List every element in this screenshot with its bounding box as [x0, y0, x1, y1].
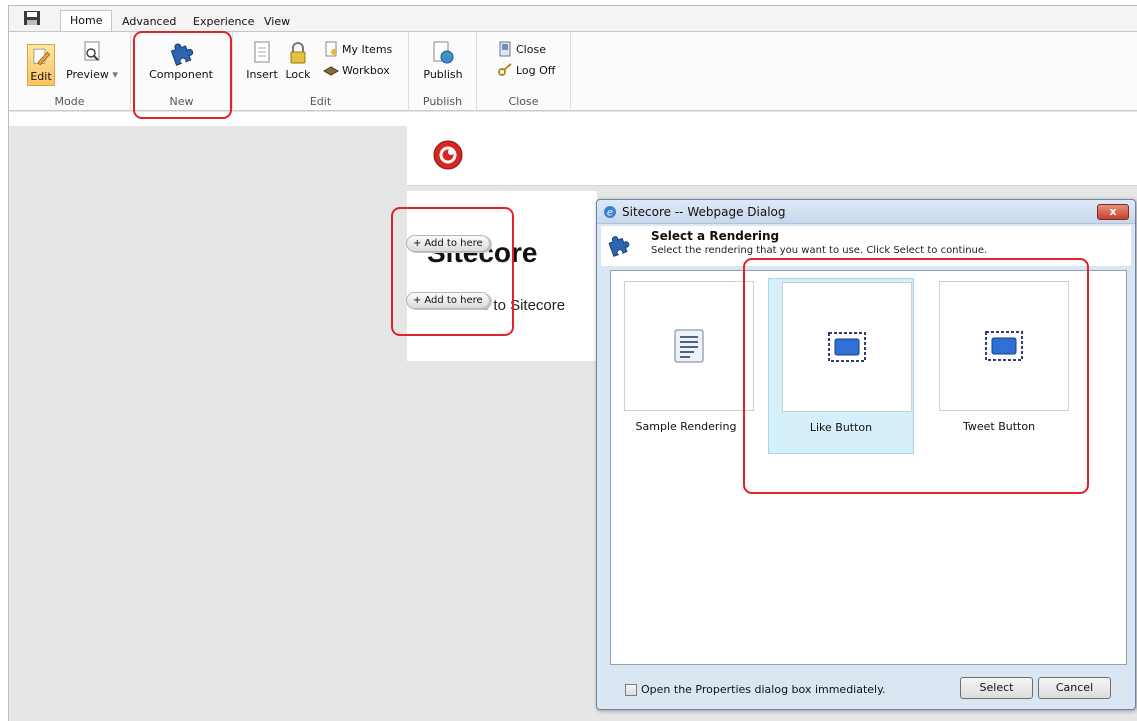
- tab-advanced[interactable]: Advanced: [113, 12, 185, 31]
- preview-label: Preview: [66, 68, 109, 81]
- cancel-button[interactable]: Cancel: [1038, 677, 1111, 699]
- rendering-thumbnail: [939, 281, 1069, 411]
- group-close-label: Close: [508, 95, 539, 108]
- group-mode-label: Mode: [54, 95, 85, 108]
- group-close: Close Log Off Close: [477, 32, 571, 112]
- sitecore-logo-icon: [433, 140, 463, 170]
- add-to-here-button-bottom[interactable]: + Add to here: [406, 292, 490, 309]
- puzzle-icon: [170, 43, 194, 66]
- dialog-title: Sitecore -- Webpage Dialog: [622, 205, 786, 219]
- puzzle-icon: [608, 236, 630, 257]
- workbox-button[interactable]: Workbox: [323, 61, 390, 79]
- close-door-icon: [499, 41, 511, 57]
- close-label: Close: [516, 42, 546, 56]
- page-body: Sitecore Welcome to Sitecore: [407, 191, 597, 361]
- edit-label: Edit: [30, 70, 52, 83]
- add-to-here-button-top[interactable]: + Add to here: [406, 235, 490, 252]
- rendering-thumbnail: [782, 282, 912, 412]
- log-off-label: Log Off: [516, 63, 556, 77]
- svg-text:e: e: [607, 208, 613, 219]
- publish-button[interactable]: Publish: [423, 40, 463, 81]
- rendering-label: Like Button: [809, 421, 873, 434]
- group-edit-label: Edit: [309, 95, 332, 108]
- add-to-here-label: Add to here: [424, 238, 483, 249]
- plus-icon: +: [413, 238, 422, 249]
- group-mode: Edit Preview ▾ Mode: [9, 32, 131, 112]
- ribbon: Edit Preview ▾ Mode Component New Insert…: [9, 31, 1137, 112]
- dialog-header: Select a Rendering Select the rendering …: [601, 226, 1131, 266]
- open-properties-option[interactable]: Open the Properties dialog box immediate…: [625, 683, 886, 696]
- ie-icon: e: [604, 206, 616, 219]
- open-properties-checkbox[interactable]: [625, 683, 637, 696]
- rendering-like-button[interactable]: Like Button: [768, 278, 914, 454]
- add-to-here-label: Add to here: [424, 295, 483, 306]
- dialog-titlebar[interactable]: e Sitecore -- Webpage Dialog x: [597, 200, 1135, 224]
- lock-icon: [290, 42, 306, 64]
- preview-button[interactable]: Preview ▾: [65, 40, 119, 81]
- open-properties-label: Open the Properties dialog box immediate…: [641, 683, 886, 696]
- tab-home[interactable]: Home: [60, 10, 113, 32]
- my-items-label: My Items: [342, 42, 393, 56]
- dialog-heading: Select a Rendering: [651, 229, 780, 243]
- tab-view[interactable]: View: [255, 12, 299, 31]
- lock-button[interactable]: Lock: [283, 40, 313, 81]
- sitecore-page-editor: Home Advanced Experience View Edit Previ…: [8, 5, 1137, 721]
- preview-magnifier-icon: [84, 41, 100, 61]
- group-edit: Insert Lock My Items Workbox Edit: [233, 32, 409, 112]
- workbox-label: Workbox: [342, 63, 390, 77]
- dialog-close-button[interactable]: x: [1097, 204, 1129, 220]
- plus-icon: +: [413, 295, 422, 306]
- workbox-icon: [323, 66, 339, 76]
- button-placeholder-icon: [985, 331, 1023, 361]
- rendering-label: Sample Rendering: [635, 420, 737, 433]
- group-publish-label: Publish: [422, 95, 463, 108]
- group-new-label: New: [169, 95, 194, 108]
- component-label: Component: [149, 68, 213, 81]
- content-top-strip: [9, 112, 1137, 126]
- rendering-list: Sample Rendering Like Button Tweet Butto…: [610, 270, 1127, 665]
- chevron-down-icon: ▾: [112, 68, 118, 81]
- component-button[interactable]: Component: [145, 40, 217, 81]
- rendering-label: Tweet Button: [962, 420, 1036, 433]
- log-off-button[interactable]: Log Off: [497, 61, 555, 79]
- my-items-button[interactable]: My Items: [323, 40, 392, 58]
- insert-page-icon: [254, 41, 270, 63]
- edit-pencil-icon: [33, 48, 51, 66]
- button-placeholder-icon: [828, 332, 866, 362]
- insert-button[interactable]: Insert: [245, 40, 279, 81]
- close-button[interactable]: Close: [497, 40, 546, 58]
- select-button[interactable]: Select: [960, 677, 1033, 699]
- publish-globe-icon: [433, 41, 454, 64]
- rendering-tweet-button[interactable]: Tweet Button: [926, 278, 1072, 454]
- ribbon-tab-bar: Home Advanced Experience View: [9, 6, 1137, 32]
- group-publish: Publish Publish: [409, 32, 477, 112]
- log-off-key-icon: [498, 63, 512, 76]
- insert-label: Insert: [246, 68, 278, 81]
- group-new: Component New: [131, 32, 233, 112]
- lock-label: Lock: [285, 68, 311, 81]
- tab-experience[interactable]: Experience: [184, 12, 263, 31]
- rendering-sample[interactable]: Sample Rendering: [613, 278, 759, 454]
- rendering-thumbnail: [624, 281, 754, 411]
- select-rendering-dialog: e Sitecore -- Webpage Dialog x Select a …: [596, 199, 1136, 710]
- document-lines-icon: [674, 329, 704, 363]
- publish-label: Publish: [423, 68, 463, 81]
- page-header: [407, 126, 1137, 186]
- edit-button[interactable]: Edit: [27, 44, 55, 86]
- dialog-subtext: Select the rendering that you want to us…: [651, 245, 988, 256]
- save-icon[interactable]: [23, 10, 41, 26]
- my-items-icon: [325, 41, 337, 57]
